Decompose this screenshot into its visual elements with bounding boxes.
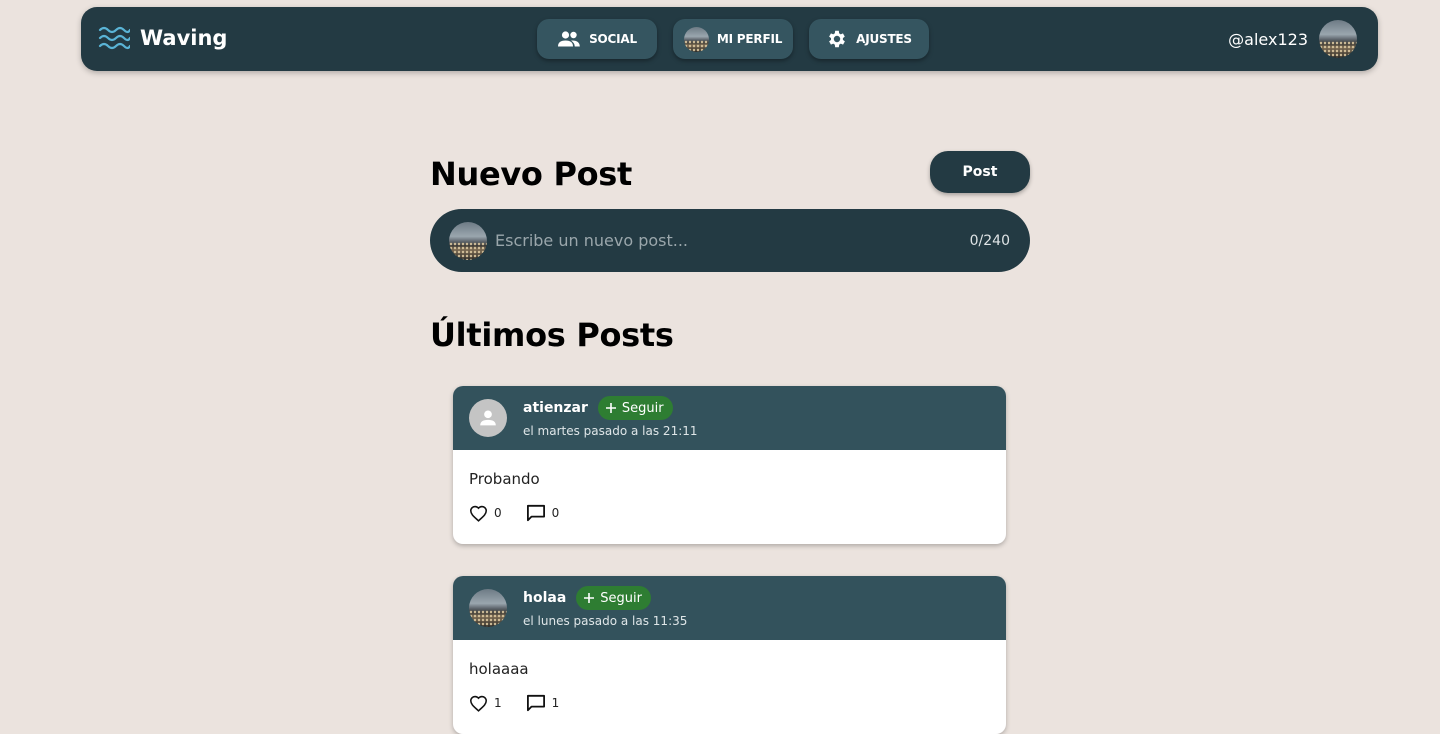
heart-icon	[469, 695, 488, 712]
post-body: Probando 0 0	[453, 450, 1006, 544]
user-menu[interactable]: @alex123	[1228, 20, 1357, 58]
comment-icon	[526, 504, 545, 522]
tab-social[interactable]: SOCIAL	[537, 19, 657, 59]
comment-button[interactable]: 1	[526, 694, 560, 712]
new-post-title: Nuevo Post	[430, 155, 633, 193]
post-author: holaa Seguir	[523, 586, 651, 610]
post-header: atienzar Seguir el martes pasado a las 2…	[453, 386, 1006, 450]
default-person-icon	[469, 399, 507, 437]
tab-mi-perfil-label: MI PERFIL	[716, 32, 783, 46]
tab-ajustes-label: AJUSTES	[856, 32, 912, 46]
post-card: atienzar Seguir el martes pasado a las 2…	[453, 386, 1006, 544]
plus-icon	[605, 403, 616, 413]
tab-mi-perfil[interactable]: MI PERFIL	[673, 19, 793, 59]
post-username[interactable]: holaa	[523, 590, 566, 606]
like-button[interactable]: 1	[469, 695, 502, 712]
nav-tabs: SOCIAL MI PERFIL AJUSTES	[537, 19, 929, 59]
new-post-input[interactable]	[495, 231, 970, 250]
like-count: 1	[494, 696, 502, 710]
post-body: holaaaa 1 1	[453, 640, 1006, 734]
post-timestamp: el lunes pasado a las 11:35	[523, 614, 688, 628]
gear-icon	[829, 30, 845, 48]
user-handle: @alex123	[1228, 29, 1308, 49]
post-actions: 1 1	[469, 694, 583, 712]
post-author-avatar[interactable]	[469, 589, 507, 627]
people-icon	[558, 31, 580, 47]
composer-avatar	[449, 221, 487, 260]
post-author: atienzar Seguir	[523, 396, 673, 420]
new-post-composer: 0/240	[430, 209, 1030, 272]
post-header: holaa Seguir el lunes pasado a las 11:35	[453, 576, 1006, 640]
follow-label: Seguir	[621, 400, 664, 416]
post-author-avatar[interactable]	[469, 399, 507, 437]
latest-posts-title: Últimos Posts	[430, 316, 674, 354]
post-actions: 0 0	[469, 504, 583, 522]
follow-button[interactable]: Seguir	[597, 396, 673, 420]
like-button[interactable]: 0	[469, 505, 502, 522]
post-timestamp: el martes pasado a las 21:11	[523, 424, 698, 438]
post-button[interactable]: Post	[930, 151, 1030, 193]
heart-icon	[469, 505, 488, 522]
follow-label: Seguir	[600, 590, 642, 606]
comment-count: 1	[551, 696, 560, 710]
top-navbar: Waving SOCIAL MI PERFIL AJUSTES @alex123	[81, 7, 1378, 71]
brand-name: Waving	[140, 26, 228, 50]
waves-logo-icon	[98, 26, 130, 50]
post-text: holaaaa	[469, 660, 529, 678]
comment-count: 0	[551, 506, 560, 520]
follow-button[interactable]: Seguir	[576, 586, 651, 610]
like-count: 0	[494, 506, 502, 520]
char-counter: 0/240	[969, 232, 1010, 249]
post-card: holaa Seguir el lunes pasado a las 11:35…	[453, 576, 1006, 734]
brand[interactable]: Waving	[98, 24, 227, 52]
comment-button[interactable]: 0	[526, 504, 560, 522]
post-text: Probando	[469, 470, 540, 488]
comment-icon	[526, 694, 545, 712]
user-avatar[interactable]	[1319, 20, 1357, 58]
tab-ajustes[interactable]: AJUSTES	[809, 19, 929, 59]
tab-social-label: SOCIAL	[589, 32, 637, 46]
photo-avatar	[469, 589, 507, 627]
profile-avatar	[683, 26, 709, 52]
post-username[interactable]: atienzar	[523, 400, 588, 416]
plus-icon	[584, 593, 595, 603]
